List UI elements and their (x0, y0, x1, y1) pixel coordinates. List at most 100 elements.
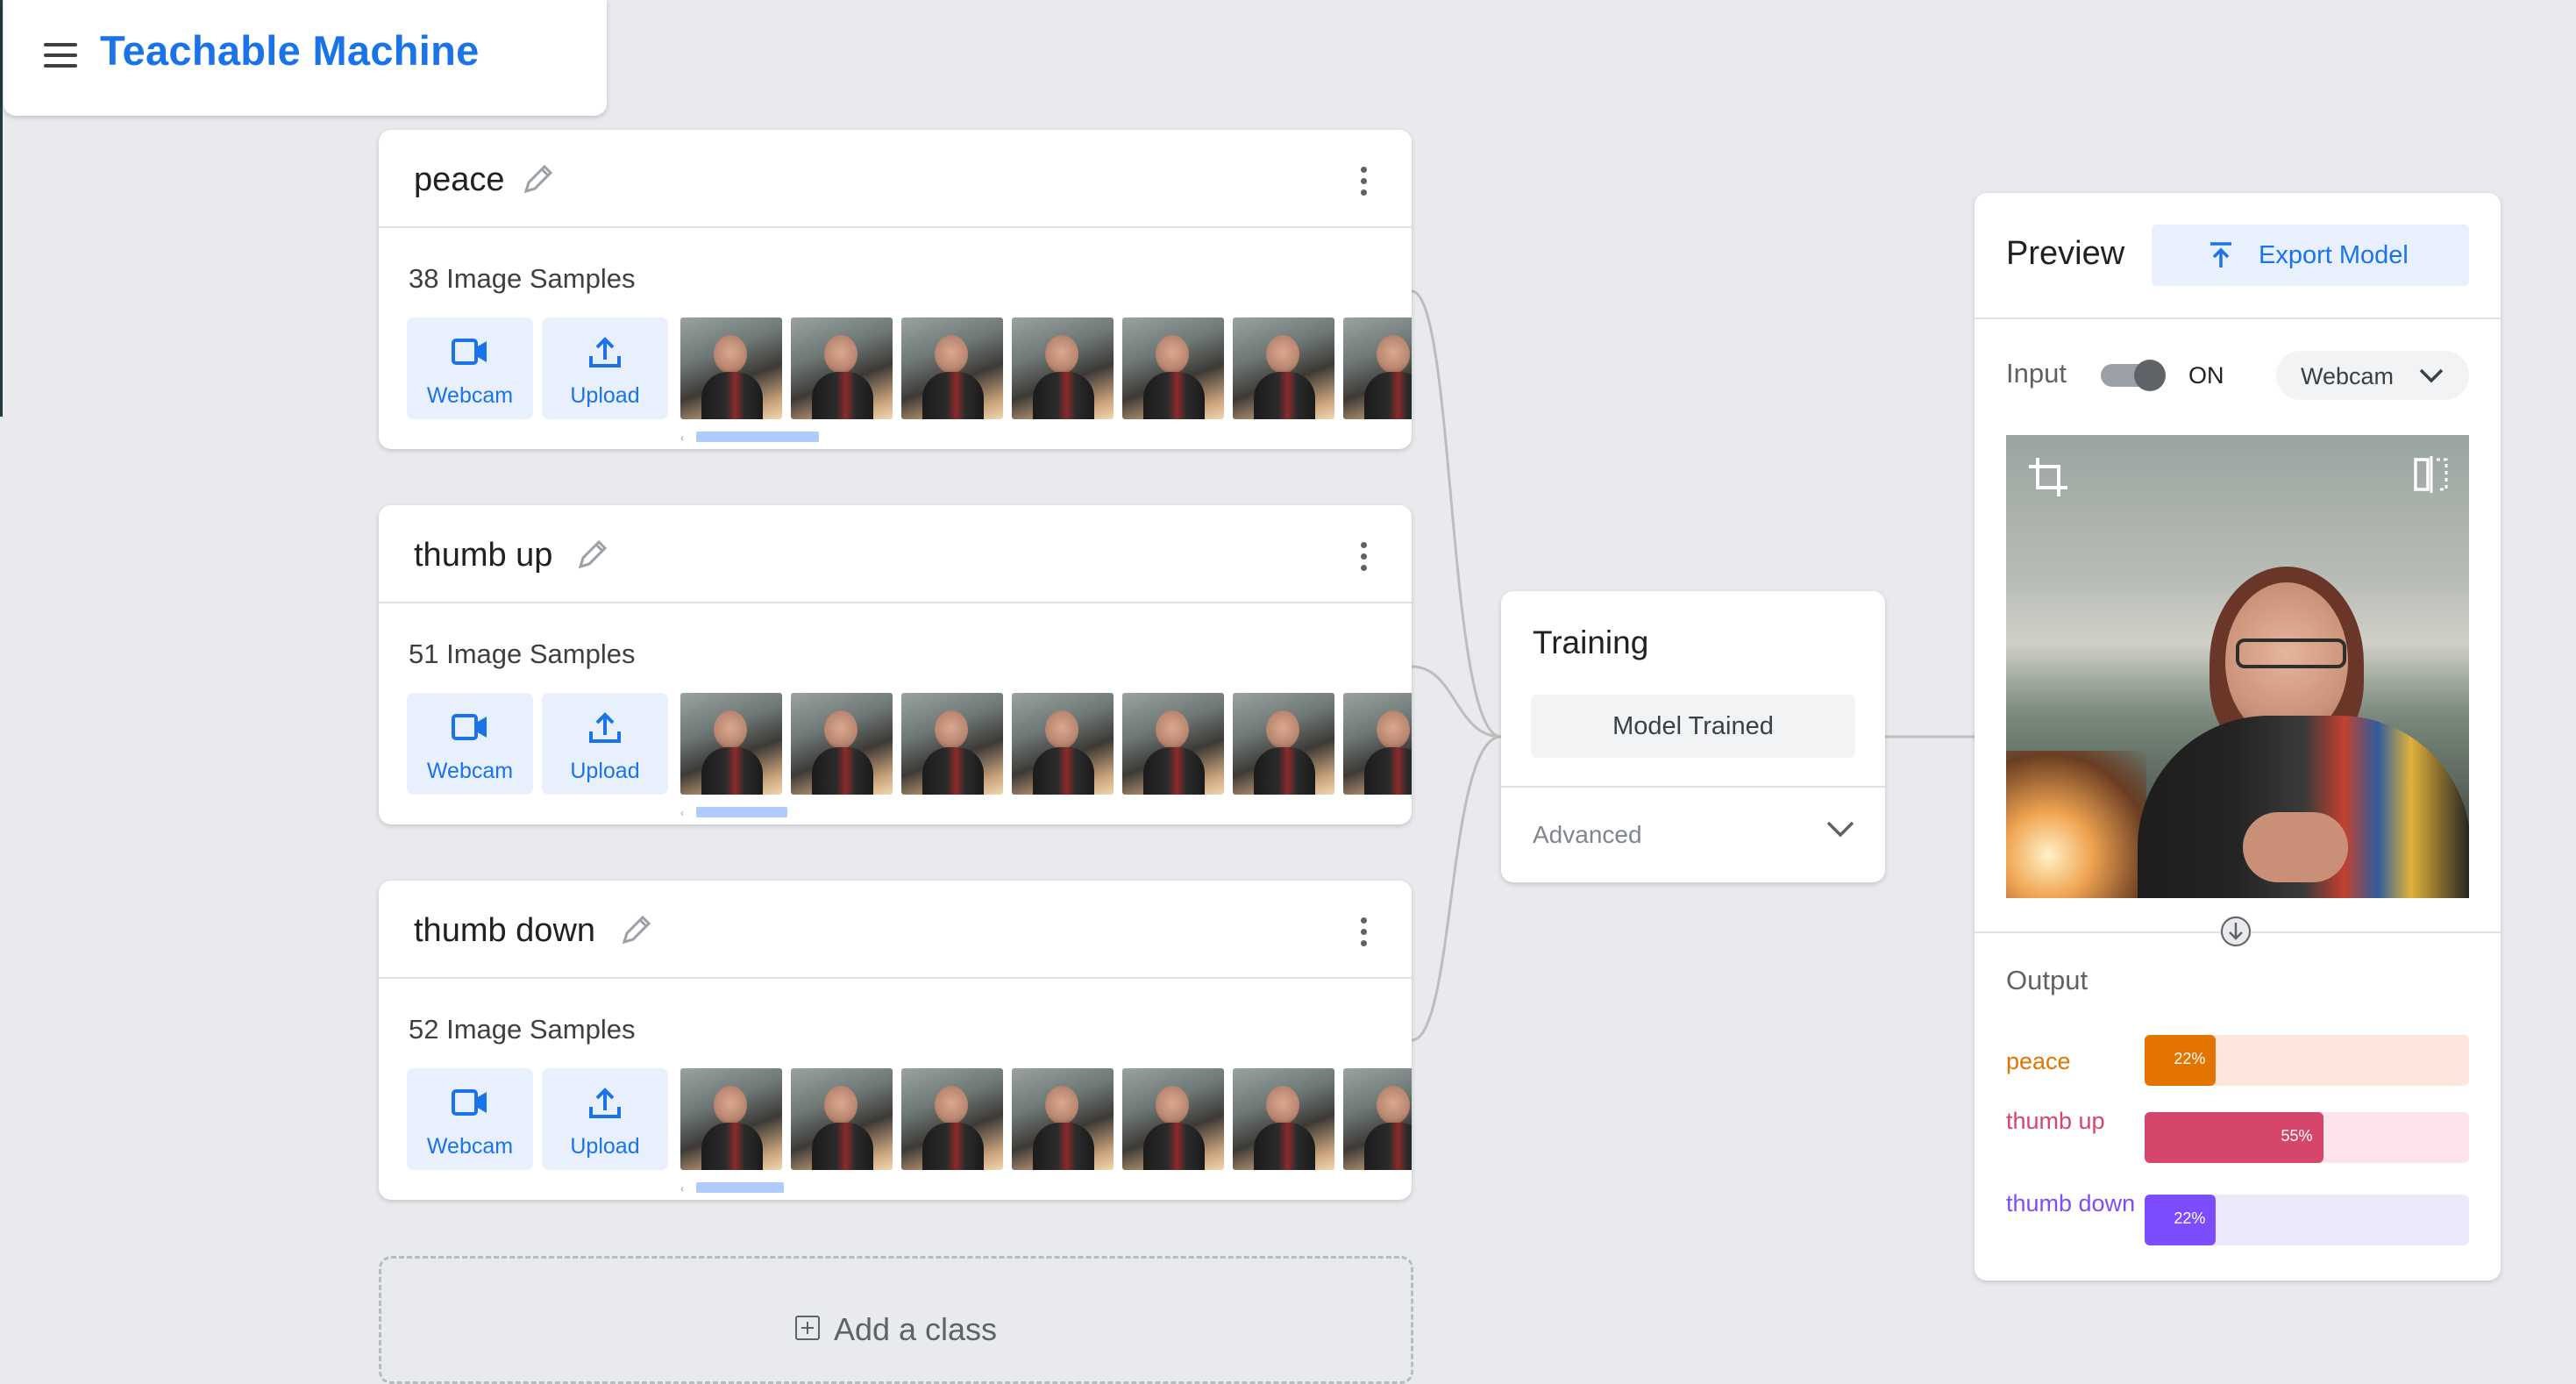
webcam-button[interactable]: Webcam (407, 693, 533, 795)
sample-thumbnail[interactable] (1122, 1068, 1224, 1170)
crop-icon[interactable] (2027, 456, 2069, 498)
confidence-bar: 22% (2145, 1035, 2217, 1086)
class-name: peace (414, 161, 505, 198)
divider (1975, 317, 2501, 319)
left-edge (0, 0, 3, 417)
add-class-button[interactable]: Add a class (379, 1256, 1413, 1384)
training-title: Training (1533, 624, 1649, 660)
upload-label: Upload (570, 1134, 640, 1159)
confidence-bar: 22% (2145, 1195, 2217, 1245)
sample-thumbnail[interactable] (1122, 693, 1224, 795)
menu-icon[interactable] (44, 41, 79, 69)
sample-thumbnail[interactable] (1233, 317, 1334, 419)
more-options-icon[interactable] (1359, 917, 1370, 952)
webcam-button[interactable]: Webcam (407, 1068, 533, 1170)
confidence-percent: 22% (2174, 1209, 2206, 1227)
confidence-bar-track: 55% (2145, 1112, 2469, 1163)
upload-label: Upload (570, 759, 640, 783)
sample-thumbnail[interactable] (1233, 1068, 1334, 1170)
upload-label: Upload (570, 383, 640, 408)
export-model-button[interactable]: Export Model (2152, 225, 2469, 286)
class-card-header: thumb up (379, 505, 1412, 603)
sample-thumbnails (680, 1068, 1412, 1170)
class-card-thumb-down: thumb down 52 Image Samples Webcam Uploa… (379, 881, 1412, 1200)
thumbnail-scrollbar[interactable]: ‹ (680, 432, 1412, 444)
sample-count: 52 Image Samples (409, 1014, 636, 1045)
train-model-button[interactable]: Model Trained (1531, 695, 1855, 758)
class-card-header: peace (379, 130, 1412, 228)
sample-thumbnail[interactable] (1012, 317, 1114, 419)
thumbnail-scrollbar[interactable]: ‹ (680, 807, 1412, 819)
class-card-peace: peace 38 Image Samples Webcam Upload ‹ (379, 130, 1412, 449)
sample-thumbnail[interactable] (791, 317, 893, 419)
video-camera-icon (452, 714, 487, 740)
webcam-label: Webcam (426, 383, 514, 408)
webcam-preview (2006, 435, 2469, 898)
sample-thumbnail[interactable] (1343, 1068, 1412, 1170)
divider (1501, 786, 1885, 788)
preview-card: Preview Export Model Input ON Webcam Out… (1975, 193, 2501, 1281)
edit-pencil-icon[interactable] (619, 912, 654, 947)
output-label: Output (2006, 965, 2089, 995)
confidence-percent: 22% (2174, 1050, 2206, 1067)
more-options-icon[interactable] (1359, 167, 1370, 202)
upload-button[interactable]: Upload (542, 317, 668, 419)
sample-thumbnail[interactable] (1122, 317, 1224, 419)
flip-icon[interactable] (2413, 454, 2450, 495)
input-toggle[interactable] (2101, 360, 2166, 391)
sample-thumbnail[interactable] (901, 1068, 1003, 1170)
edit-pencil-icon[interactable] (521, 161, 556, 196)
scrollbar-thumb[interactable] (696, 807, 787, 817)
edit-pencil-icon[interactable] (575, 537, 610, 572)
upload-icon (589, 712, 621, 743)
sample-thumbnails (680, 317, 1412, 419)
input-source-dropdown[interactable]: Webcam (2276, 351, 2469, 400)
sample-thumbnail[interactable] (1012, 1068, 1114, 1170)
thumbnail-scrollbar[interactable]: ‹ (680, 1182, 1412, 1195)
sample-thumbnail[interactable] (1343, 693, 1412, 795)
sample-thumbnails (680, 693, 1412, 795)
webcam-label: Webcam (426, 759, 514, 783)
chevron-down-icon (2419, 368, 2444, 383)
output-class-name: thumb down (2006, 1190, 2136, 1216)
input-source-label: Webcam (2301, 363, 2395, 389)
sample-thumbnail[interactable] (680, 1068, 782, 1170)
export-model-label: Export Model (2259, 241, 2409, 269)
class-card-thumb-up: thumb up 51 Image Samples Webcam Upload … (379, 505, 1412, 824)
output-class-name: thumb up (2006, 1108, 2105, 1134)
sample-thumbnail[interactable] (1343, 317, 1412, 419)
sample-thumbnail[interactable] (1012, 693, 1114, 795)
sample-thumbnail[interactable] (791, 693, 893, 795)
upload-button[interactable]: Upload (542, 1068, 668, 1170)
export-icon (2210, 242, 2231, 268)
output-class-name: peace (2006, 1048, 2071, 1074)
video-camera-icon (452, 339, 487, 365)
arrow-down-icon (2220, 916, 2252, 947)
app-header: Teachable Machine (4, 0, 607, 116)
class-card-header: thumb down (379, 881, 1412, 979)
more-options-icon[interactable] (1359, 542, 1370, 577)
sample-count: 38 Image Samples (409, 263, 636, 294)
webcam-button[interactable]: Webcam (407, 317, 533, 419)
scrollbar-thumb[interactable] (696, 432, 819, 442)
sample-thumbnail[interactable] (791, 1068, 893, 1170)
chevron-down-icon[interactable] (1825, 819, 1855, 838)
upload-icon (589, 337, 621, 367)
upload-button[interactable]: Upload (542, 693, 668, 795)
sample-thumbnail[interactable] (901, 693, 1003, 795)
class-name: thumb up (414, 537, 553, 574)
advanced-toggle[interactable]: Advanced (1533, 821, 1642, 849)
training-card: Training Model Trained Advanced (1501, 591, 1885, 882)
confidence-bar-track: 22% (2145, 1035, 2469, 1086)
app-title: Teachable Machine (100, 27, 480, 74)
video-camera-icon (452, 1089, 487, 1116)
input-label: Input (2006, 358, 2067, 389)
scrollbar-thumb[interactable] (696, 1182, 784, 1193)
sample-thumbnail[interactable] (680, 317, 782, 419)
confidence-bar-track: 22% (2145, 1195, 2469, 1245)
sample-thumbnail[interactable] (1233, 693, 1334, 795)
confidence-percent: 55% (2281, 1127, 2313, 1145)
sample-thumbnail[interactable] (901, 317, 1003, 419)
add-box-icon (794, 1316, 820, 1341)
sample-thumbnail[interactable] (680, 693, 782, 795)
